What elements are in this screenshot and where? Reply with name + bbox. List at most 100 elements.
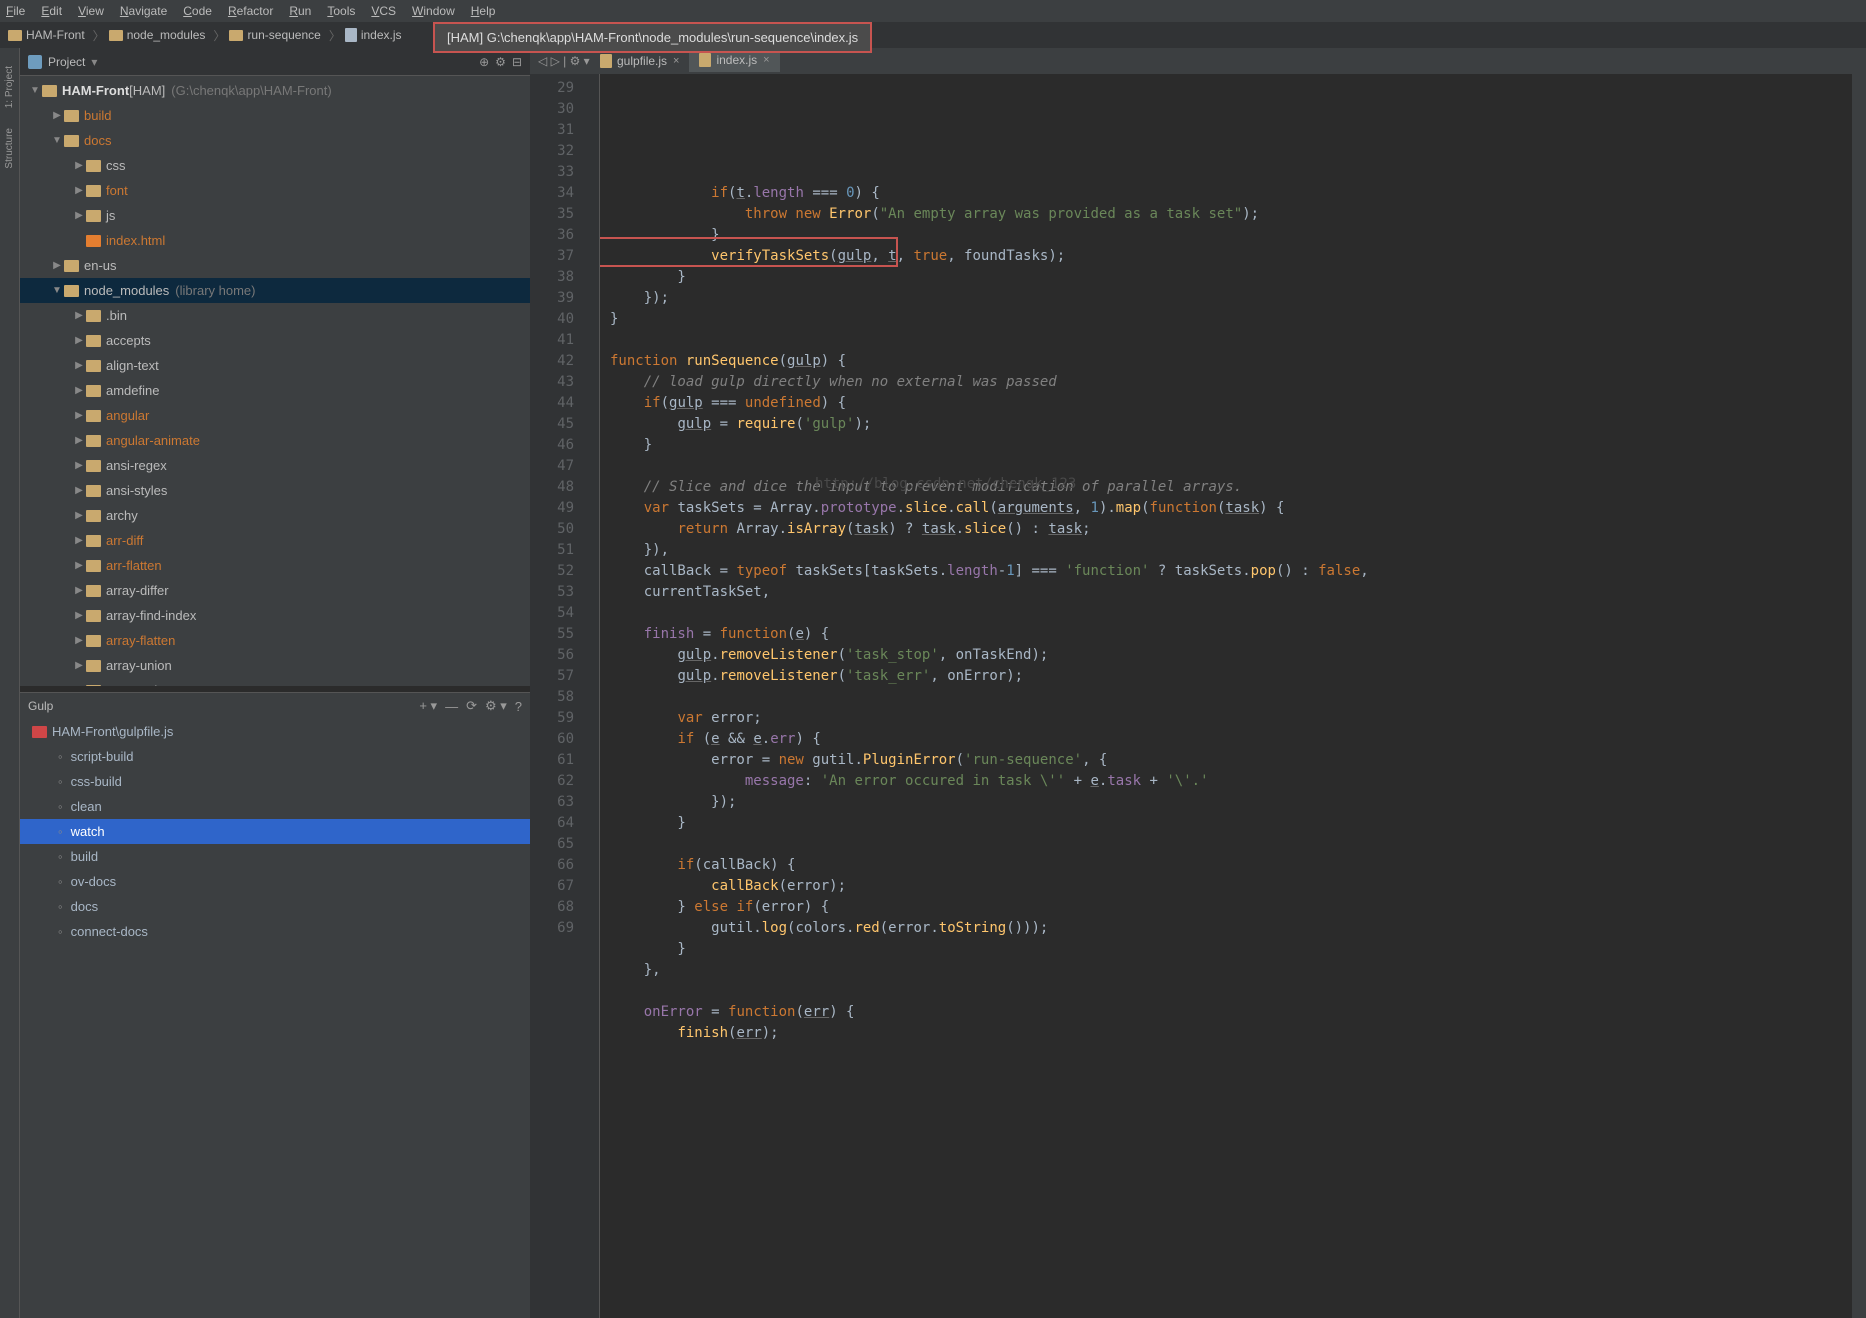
code-line[interactable]: }); <box>610 792 1852 813</box>
code-line[interactable]: if (e && e.err) { <box>610 729 1852 750</box>
tree-item[interactable]: ▶ansi-styles <box>20 478 530 503</box>
tree-item[interactable]: ▶arr-flatten <box>20 553 530 578</box>
code-line[interactable]: gulp.removeListener('task_err', onError)… <box>610 666 1852 687</box>
expand-icon[interactable]: ▶ <box>72 410 86 421</box>
code-line[interactable]: onError = function(err) { <box>610 1002 1852 1023</box>
tree-item[interactable]: ▶array-differ <box>20 578 530 603</box>
tree-item[interactable]: ▶archy <box>20 503 530 528</box>
settings-icon[interactable]: ⚙ <box>495 55 506 69</box>
expand-icon[interactable]: ▶ <box>72 460 86 471</box>
gulp-refresh-icon[interactable]: ⟳ <box>466 698 477 714</box>
code-line[interactable]: if(gulp === undefined) { <box>610 393 1852 414</box>
code-line[interactable]: callBack = typeof taskSets[taskSets.leng… <box>610 561 1852 582</box>
tree-item[interactable]: ▶array-find-index <box>20 603 530 628</box>
tree-item[interactable]: ▶array-flatten <box>20 628 530 653</box>
code-line[interactable]: error = new gutil.PluginError('run-seque… <box>610 750 1852 771</box>
breadcrumb-item[interactable]: run-sequence <box>229 28 320 42</box>
code-line[interactable]: }, <box>610 960 1852 981</box>
code-line[interactable]: } <box>610 309 1852 330</box>
line-gutter[interactable]: 29 30 31 32 33 34 35 36 37 38 39 40 41 4… <box>530 74 586 1318</box>
menu-code[interactable]: Code <box>183 4 212 18</box>
code-line[interactable]: verifyTaskSets(gulp, t, true, foundTasks… <box>610 246 1852 267</box>
tab-nav-controls[interactable]: ◁ ▷ | ⚙ ▾ <box>538 54 590 68</box>
code-line[interactable] <box>610 456 1852 477</box>
menu-vcs[interactable]: VCS <box>371 4 396 18</box>
tree-item[interactable]: ▼docs <box>20 128 530 153</box>
expand-icon[interactable]: ▶ <box>72 385 86 396</box>
tree-item[interactable]: ▼node_modules(library home) <box>20 278 530 303</box>
code-line[interactable]: if(t.length === 0) { <box>610 183 1852 204</box>
expand-icon[interactable]: ▶ <box>72 635 86 646</box>
tree-item[interactable]: ▶.bin <box>20 303 530 328</box>
close-icon[interactable]: × <box>763 54 769 66</box>
expand-icon[interactable]: ▶ <box>72 535 86 546</box>
gulp-task-item[interactable]: ◦watch <box>20 819 530 844</box>
tree-item[interactable]: index.html <box>20 228 530 253</box>
menu-refactor[interactable]: Refactor <box>228 4 273 18</box>
tree-item[interactable]: ▶amdefine <box>20 378 530 403</box>
breadcrumb-item[interactable]: HAM-Front <box>8 28 85 42</box>
structure-tool-label[interactable]: Structure <box>4 128 15 169</box>
editor-scrollbar[interactable] <box>1852 74 1866 1318</box>
code-line[interactable]: } <box>610 225 1852 246</box>
code-line[interactable]: }); <box>610 288 1852 309</box>
tree-item[interactable]: ▶js <box>20 203 530 228</box>
gulp-remove-icon[interactable]: — <box>445 699 458 714</box>
menu-window[interactable]: Window <box>412 4 455 18</box>
expand-icon[interactable]: ▶ <box>72 335 86 346</box>
code-line[interactable]: throw new Error("An empty array was prov… <box>610 204 1852 225</box>
code-line[interactable]: gulp.removeListener('task_stop', onTaskE… <box>610 645 1852 666</box>
code-line[interactable]: currentTaskSet, <box>610 582 1852 603</box>
tree-item[interactable]: ▶build <box>20 103 530 128</box>
gulp-settings-icon[interactable]: ⚙ ▾ <box>485 698 507 714</box>
fold-strip[interactable] <box>586 74 600 1318</box>
tree-item[interactable]: ▶ansi-regex <box>20 453 530 478</box>
gulp-task-item[interactable]: ◦clean <box>20 794 530 819</box>
project-tool-label[interactable]: 1: Project <box>4 66 15 108</box>
menu-navigate[interactable]: Navigate <box>120 4 167 18</box>
code-line[interactable]: // load gulp directly when no external w… <box>610 372 1852 393</box>
menu-view[interactable]: View <box>78 4 104 18</box>
code-line[interactable] <box>610 834 1852 855</box>
code-line[interactable]: function runSequence(gulp) { <box>610 351 1852 372</box>
gulp-task-item[interactable]: ◦ov-docs <box>20 869 530 894</box>
expand-icon[interactable]: ▶ <box>72 660 86 671</box>
close-icon[interactable]: × <box>673 55 679 67</box>
collapse-icon[interactable]: ⊕ <box>479 55 489 69</box>
gulp-task-item[interactable]: ◦script-build <box>20 744 530 769</box>
code-line[interactable]: gutil.log(colors.red(error.toString())); <box>610 918 1852 939</box>
expand-icon[interactable]: ▶ <box>72 310 86 321</box>
code-line[interactable]: } <box>610 939 1852 960</box>
code-line[interactable]: // Slice and dice the input to prevent m… <box>610 477 1852 498</box>
menu-tools[interactable]: Tools <box>327 4 355 18</box>
expand-icon[interactable]: ▼ <box>28 85 42 96</box>
code-line[interactable]: finish = function(e) { <box>610 624 1852 645</box>
code-line[interactable]: return Array.isArray(task) ? task.slice(… <box>610 519 1852 540</box>
code-line[interactable]: finish(err); <box>610 1023 1852 1044</box>
tree-item[interactable]: ▶font <box>20 178 530 203</box>
tree-item[interactable]: ▶angular-animate <box>20 428 530 453</box>
expand-icon[interactable]: ▶ <box>72 510 86 521</box>
code-line[interactable]: var error; <box>610 708 1852 729</box>
tree-item[interactable]: ▶array-uniq <box>20 678 530 686</box>
menu-file[interactable]: File <box>6 4 25 18</box>
code-line[interactable]: gulp = require('gulp'); <box>610 414 1852 435</box>
code-line[interactable] <box>610 330 1852 351</box>
expand-icon[interactable]: ▶ <box>72 485 86 496</box>
gulp-task-item[interactable]: ◦docs <box>20 894 530 919</box>
menu-run[interactable]: Run <box>289 4 311 18</box>
code-line[interactable]: var taskSets = Array.prototype.slice.cal… <box>610 498 1852 519</box>
tree-item[interactable]: ▼HAM-Front [HAM](G:\chenqk\app\HAM-Front… <box>20 78 530 103</box>
breadcrumb-item[interactable]: node_modules <box>109 28 206 42</box>
tree-item[interactable]: ▶css <box>20 153 530 178</box>
menu-edit[interactable]: Edit <box>41 4 62 18</box>
expand-icon[interactable]: ▶ <box>72 360 86 371</box>
tree-item[interactable]: ▶accepts <box>20 328 530 353</box>
expand-icon[interactable]: ▶ <box>72 560 86 571</box>
gulp-task-item[interactable]: ◦build <box>20 844 530 869</box>
expand-icon[interactable]: ▶ <box>72 585 86 596</box>
hide-icon[interactable]: ⊟ <box>512 55 522 69</box>
menu-help[interactable]: Help <box>471 4 496 18</box>
code-editor[interactable]: http://blog.csdn.net/chenqk_123 if(t.len… <box>600 74 1852 1318</box>
code-line[interactable]: callBack(error); <box>610 876 1852 897</box>
